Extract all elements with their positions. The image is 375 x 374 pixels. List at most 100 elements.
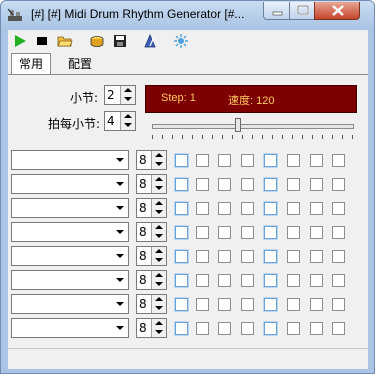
spin-up-icon[interactable] [152,223,166,232]
spin-up-icon[interactable] [152,175,166,184]
save-button[interactable] [111,32,129,50]
step-checkbox[interactable] [218,250,231,263]
step-checkbox[interactable] [175,250,188,263]
spin-down-icon[interactable] [152,208,166,217]
slider-thumb[interactable] [235,118,241,132]
instrument-combo[interactable] [11,222,129,242]
spin-down-icon[interactable] [121,95,135,104]
step-checkbox[interactable] [196,322,209,335]
chevron-down-icon[interactable] [112,271,128,289]
step-checkbox[interactable] [310,298,323,311]
step-checkbox[interactable] [310,154,323,167]
step-checkbox[interactable] [218,226,231,239]
step-checkbox[interactable] [287,250,300,263]
step-checkbox[interactable] [264,250,277,263]
step-checkbox[interactable] [264,226,277,239]
open-button[interactable] [56,32,74,50]
spin-down-icon[interactable] [152,280,166,289]
step-checkbox[interactable] [264,178,277,191]
step-checkbox[interactable] [175,322,188,335]
step-checkbox[interactable] [332,202,345,215]
step-checkbox[interactable] [218,202,231,215]
step-checkbox[interactable] [196,202,209,215]
step-checkbox[interactable] [332,322,345,335]
steps-spinner[interactable]: 8 [136,318,167,338]
instrument-combo[interactable] [11,246,129,266]
chevron-down-icon[interactable] [112,175,128,193]
step-checkbox[interactable] [241,274,254,287]
tab-config[interactable]: 配置 [58,55,102,73]
chevron-down-icon[interactable] [112,199,128,217]
spin-up-icon[interactable] [152,295,166,304]
spin-down-icon[interactable] [152,328,166,337]
chevron-down-icon[interactable] [112,247,128,265]
instrument-combo[interactable] [11,294,129,314]
steps-spinner[interactable]: 8 [136,198,167,218]
spin-down-icon[interactable] [152,256,166,265]
step-checkbox[interactable] [287,202,300,215]
step-checkbox[interactable] [218,274,231,287]
step-checkbox[interactable] [241,226,254,239]
step-checkbox[interactable] [241,250,254,263]
step-checkbox[interactable] [241,178,254,191]
step-checkbox[interactable] [175,202,188,215]
step-checkbox[interactable] [332,298,345,311]
instrument-combo[interactable] [11,198,129,218]
step-checkbox[interactable] [264,322,277,335]
step-checkbox[interactable] [310,226,323,239]
steps-spinner[interactable]: 8 [136,222,167,242]
step-checkbox[interactable] [241,202,254,215]
step-checkbox[interactable] [287,226,300,239]
step-checkbox[interactable] [175,226,188,239]
spin-up-icon[interactable] [121,112,135,121]
step-checkbox[interactable] [310,322,323,335]
beats-spinner[interactable]: 4 [104,111,136,131]
spin-down-icon[interactable] [152,184,166,193]
spin-down-icon[interactable] [152,304,166,313]
step-checkbox[interactable] [310,274,323,287]
chevron-down-icon[interactable] [112,319,128,337]
drum-button[interactable] [88,32,106,50]
step-checkbox[interactable] [332,274,345,287]
metronome-button[interactable] [141,32,159,50]
spin-down-icon[interactable] [152,232,166,241]
spin-down-icon[interactable] [121,121,135,130]
stop-button[interactable] [33,32,51,50]
step-checkbox[interactable] [218,322,231,335]
step-checkbox[interactable] [196,298,209,311]
step-checkbox[interactable] [264,154,277,167]
instrument-combo[interactable] [11,174,129,194]
step-checkbox[interactable] [287,298,300,311]
title-bar[interactable]: [#] [#] Midi Drum Rhythm Generator [#... [1,1,374,29]
step-checkbox[interactable] [332,226,345,239]
step-checkbox[interactable] [175,298,188,311]
step-checkbox[interactable] [218,298,231,311]
step-checkbox[interactable] [287,274,300,287]
step-checkbox[interactable] [264,202,277,215]
step-checkbox[interactable] [332,154,345,167]
chevron-down-icon[interactable] [112,295,128,313]
tab-common[interactable]: 常用 [11,53,51,74]
step-checkbox[interactable] [241,154,254,167]
step-checkbox[interactable] [196,274,209,287]
step-checkbox[interactable] [310,178,323,191]
step-checkbox[interactable] [196,226,209,239]
spin-down-icon[interactable] [152,160,166,169]
step-checkbox[interactable] [218,178,231,191]
instrument-combo[interactable] [11,270,129,290]
spin-up-icon[interactable] [152,247,166,256]
step-checkbox[interactable] [175,274,188,287]
step-checkbox[interactable] [264,298,277,311]
settings-button[interactable] [172,32,190,50]
step-checkbox[interactable] [287,154,300,167]
spin-up-icon[interactable] [152,271,166,280]
spin-up-icon[interactable] [152,151,166,160]
chevron-down-icon[interactable] [112,151,128,169]
minimize-button[interactable] [263,2,290,20]
instrument-combo[interactable] [11,318,129,338]
spin-up-icon[interactable] [152,319,166,328]
step-checkbox[interactable] [310,202,323,215]
step-checkbox[interactable] [196,178,209,191]
step-checkbox[interactable] [175,178,188,191]
maximize-button[interactable] [289,2,315,20]
